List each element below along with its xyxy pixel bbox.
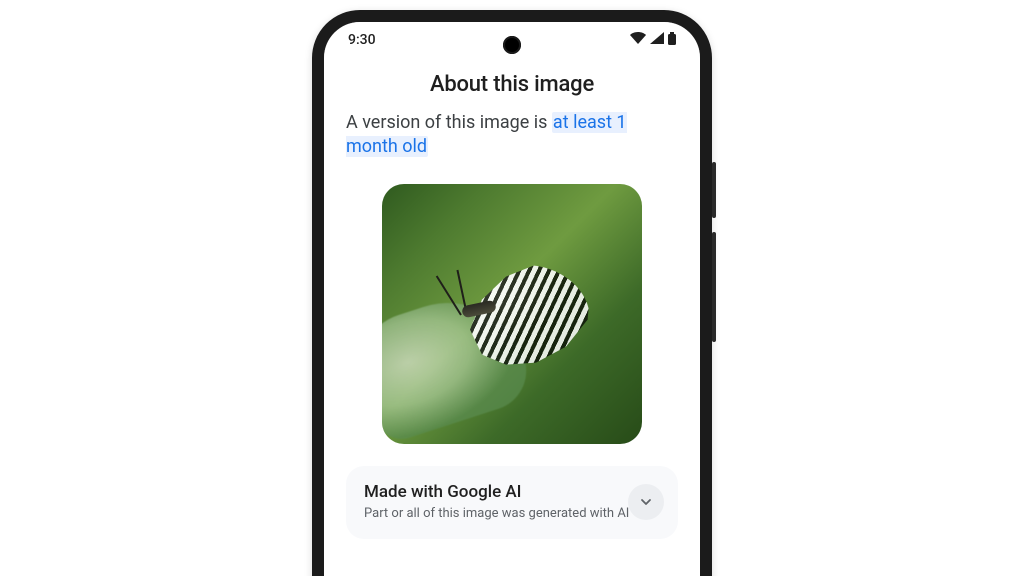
page-title: About this image bbox=[346, 72, 678, 97]
ai-disclosure-card[interactable]: Made with Google AI Part or all of this … bbox=[346, 466, 678, 539]
ai-card-subtext: Part or all of this image was generated … bbox=[364, 506, 660, 521]
ai-card-heading: Made with Google AI bbox=[364, 482, 660, 502]
screen: 9:30 About this image A version of bbox=[324, 22, 700, 576]
image-preview[interactable] bbox=[382, 184, 642, 444]
signal-icon bbox=[650, 32, 664, 48]
butterfly-graphic bbox=[452, 259, 602, 389]
chevron-down-icon bbox=[639, 495, 653, 509]
wifi-icon bbox=[630, 32, 646, 48]
expand-button[interactable] bbox=[628, 484, 664, 520]
image-age-text: A version of this image is at least 1 mo… bbox=[346, 111, 678, 160]
phone-frame: 9:30 About this image A version of bbox=[312, 10, 712, 576]
battery-icon bbox=[668, 32, 676, 49]
clock: 9:30 bbox=[348, 32, 376, 48]
front-camera bbox=[503, 36, 521, 54]
meta-prefix: A version of this image is bbox=[346, 112, 552, 133]
